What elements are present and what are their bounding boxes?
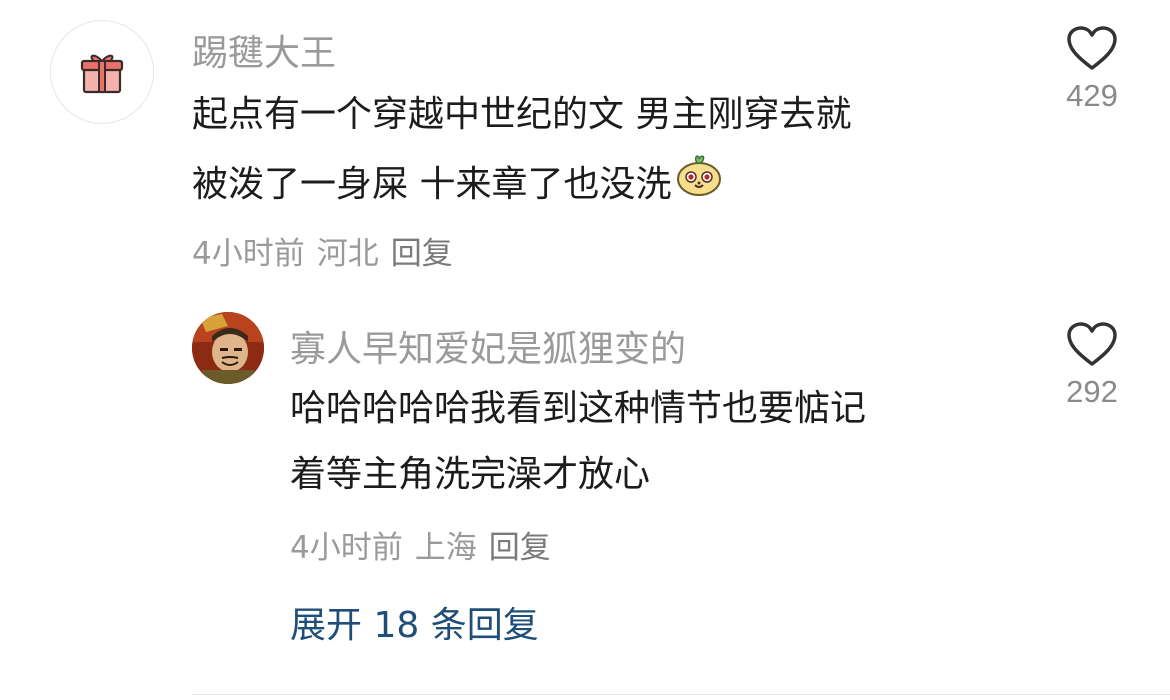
comment-location: 河北: [316, 236, 379, 272]
like-button[interactable]: 292: [1052, 322, 1132, 410]
comment-text-line: 哈哈哈哈哈我看到这种情节也要惦记: [290, 388, 867, 429]
comment-time: 4小时前: [290, 530, 403, 566]
comment-time: 4小时前: [192, 236, 305, 272]
comment-meta: 4小时前 河北 回复: [192, 228, 465, 273]
avatar[interactable]: [192, 312, 264, 384]
heart-icon: [1067, 26, 1117, 70]
comment-text: 被泼了一身屎 十来章了也没洗: [192, 164, 672, 205]
comment-text-line: 起点有一个穿越中世纪的文 男主刚穿去就: [192, 94, 852, 135]
username[interactable]: 踢毽大王: [192, 24, 336, 76]
heart-icon: [1067, 322, 1117, 366]
cute-face-emoji-icon: [675, 150, 723, 222]
username[interactable]: 寡人早知爱妃是狐狸变的: [290, 320, 686, 372]
expand-replies-link[interactable]: 展开 18 条回复: [290, 596, 539, 648]
like-count: 292: [1066, 374, 1118, 409]
divider: [192, 694, 1170, 695]
comment-location: 上海: [414, 530, 477, 566]
avatar[interactable]: [50, 20, 154, 124]
reply-button[interactable]: 回复: [489, 530, 551, 566]
comment-text-line-2: 着等主角洗完澡才放心: [290, 454, 651, 495]
comment-text-line-2: 被泼了一身屎 十来章了也没洗: [192, 150, 723, 222]
reply-button[interactable]: 回复: [391, 236, 453, 272]
cartoon-character-avatar: [192, 312, 264, 384]
like-button[interactable]: 429: [1052, 26, 1132, 114]
gift-icon: [80, 54, 124, 94]
like-count: 429: [1066, 78, 1118, 113]
comment-meta: 4小时前 上海 回复: [290, 522, 563, 567]
